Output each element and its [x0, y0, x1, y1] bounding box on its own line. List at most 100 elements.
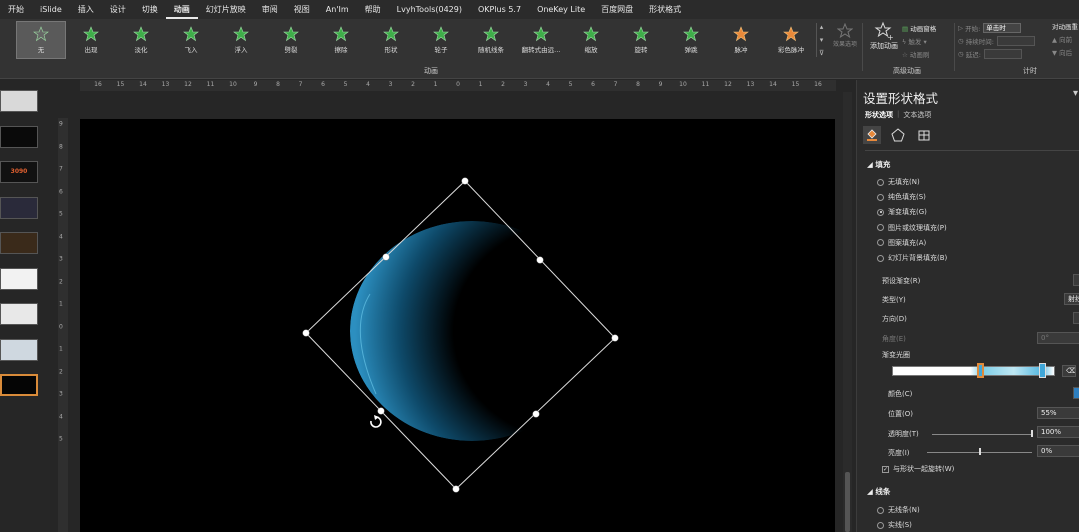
brightness-field[interactable]: 0%	[1037, 445, 1079, 457]
tab-13[interactable]: OneKey Lite	[529, 0, 593, 19]
slide-thumbnail[interactable]	[0, 196, 38, 219]
fill-option-1[interactable]: 纯色填充(S)	[877, 192, 926, 202]
fill-option-0[interactable]: 无填充(N)	[877, 177, 920, 187]
fill-section-header[interactable]: ◢ 填充	[867, 159, 890, 170]
animation-option-3[interactable]: 飞入	[166, 21, 216, 59]
trigger-button[interactable]: ϟ 触发 ▾	[902, 36, 936, 49]
tab-10[interactable]: 帮助	[357, 0, 389, 19]
type-select[interactable]: 射线	[1064, 293, 1079, 305]
slide-thumbnail[interactable]	[0, 338, 38, 361]
effects-icon[interactable]	[889, 126, 907, 144]
slide-thumbnail[interactable]	[0, 125, 38, 148]
tab-2[interactable]: 插入	[70, 0, 102, 19]
brightness-slider-thumb[interactable]	[979, 448, 981, 455]
radio-button[interactable]	[877, 506, 884, 514]
move-later-button[interactable]: ▼ 向后	[1052, 47, 1079, 60]
resize-handle[interactable]	[382, 253, 390, 261]
slide-thumbnail[interactable]: 3090	[0, 161, 38, 183]
transparency-field[interactable]: 100%	[1037, 426, 1079, 438]
animation-option-12[interactable]: 旋转	[616, 21, 666, 59]
line-option-1[interactable]: 实线(S)	[877, 520, 912, 530]
slide-thumbnail[interactable]	[0, 90, 38, 112]
slide-canvas[interactable]	[80, 119, 835, 532]
resize-handle[interactable]	[461, 177, 469, 185]
rotate-with-shape-checkbox[interactable]: ✓ 与形状一起旋转(W)	[882, 464, 954, 474]
scrollbar-thumb[interactable]	[845, 472, 850, 532]
tab-shape-options[interactable]: 形状选项	[865, 110, 893, 120]
animation-painter-button[interactable]: ☆ 动画刷	[902, 49, 936, 62]
tab-12[interactable]: OKPlus 5.7	[470, 0, 529, 19]
slide-thumbnail[interactable]	[0, 303, 38, 325]
animation-option-2[interactable]: 淡化	[116, 21, 166, 59]
direction-button[interactable]	[1073, 312, 1079, 324]
radio-button[interactable]	[877, 254, 884, 262]
vertical-scrollbar[interactable]	[843, 92, 852, 532]
chevron-up-icon[interactable]: ▴	[820, 23, 824, 31]
resize-handle[interactable]	[302, 329, 310, 337]
animation-option-15[interactable]: 彩色脉冲	[766, 21, 816, 59]
line-option-0[interactable]: 无线条(N)	[877, 505, 920, 515]
tab-6[interactable]: 幻灯片放映	[198, 0, 254, 19]
transparency-slider[interactable]	[932, 434, 1032, 435]
slide-thumbnail[interactable]	[0, 267, 38, 290]
tab-3[interactable]: 设计	[102, 0, 134, 19]
more-icon[interactable]: ⊽	[819, 49, 824, 57]
resize-handle[interactable]	[377, 407, 385, 415]
animation-option-13[interactable]: 弹跳	[666, 21, 716, 59]
animation-option-8[interactable]: 轮子	[416, 21, 466, 59]
gradient-stop-selected[interactable]	[977, 363, 984, 378]
tab-11[interactable]: LvyhTools(0429)	[389, 0, 470, 19]
transparency-slider-thumb[interactable]	[1031, 430, 1033, 437]
resize-handle[interactable]	[536, 256, 544, 264]
position-field[interactable]: 55%	[1037, 407, 1079, 419]
resize-handle[interactable]	[452, 485, 460, 493]
animation-option-0[interactable]: 无	[16, 21, 66, 59]
radio-button[interactable]	[877, 208, 884, 216]
animation-option-1[interactable]: 出现	[66, 21, 116, 59]
tab-14[interactable]: 百度网盘	[593, 0, 641, 19]
slide-thumbnail[interactable]	[0, 232, 38, 254]
remove-stop-icon[interactable]: ⌫	[1062, 365, 1076, 377]
preset-gradient-button[interactable]	[1073, 274, 1079, 286]
add-animation-button[interactable]: + 添加动画	[868, 21, 900, 59]
animation-option-6[interactable]: 擦除	[316, 21, 366, 59]
radio-button[interactable]	[877, 178, 884, 186]
size-properties-icon[interactable]	[915, 126, 933, 144]
gallery-scroll[interactable]: ▴ ▾ ⊽	[816, 23, 826, 57]
start-select[interactable]: 单击时	[983, 22, 1022, 33]
radio-button[interactable]	[877, 521, 884, 529]
rotate-handle-icon[interactable]	[370, 415, 382, 428]
gradient-stop[interactable]	[1039, 363, 1046, 378]
animation-option-7[interactable]: 形状	[366, 21, 416, 59]
tab-1[interactable]: iSlide	[32, 0, 70, 19]
animation-option-11[interactable]: 缩放	[566, 21, 616, 59]
tab-text-options[interactable]: 文本选项	[903, 110, 931, 120]
animation-option-5[interactable]: 劈裂	[266, 21, 316, 59]
delay-field[interactable]	[983, 48, 1022, 59]
fill-line-icon[interactable]	[863, 126, 881, 144]
tab-15[interactable]: 形状格式	[641, 0, 689, 19]
resize-handle[interactable]	[611, 334, 619, 342]
chevron-down-icon[interactable]: ▾	[820, 36, 824, 44]
slide-thumbnail[interactable]	[0, 374, 38, 396]
radio-button[interactable]	[877, 193, 884, 201]
color-picker-button[interactable]	[1073, 387, 1079, 399]
radio-button[interactable]	[877, 224, 884, 232]
tab-9[interactable]: An'Im	[318, 0, 357, 19]
fill-option-3[interactable]: 图片或纹理填充(P)	[877, 223, 947, 233]
tab-7[interactable]: 审阅	[254, 0, 286, 19]
animation-pane-button[interactable]: ▤ 动画窗格	[902, 23, 936, 36]
gradient-stops-bar[interactable]	[892, 366, 1055, 376]
animation-option-10[interactable]: 翻转式由远...	[516, 21, 566, 59]
resize-handle[interactable]	[532, 410, 540, 418]
tab-4[interactable]: 切换	[134, 0, 166, 19]
animation-option-4[interactable]: 浮入	[216, 21, 266, 59]
tab-8[interactable]: 视图	[286, 0, 318, 19]
line-section-header[interactable]: ◢ 线条	[867, 486, 890, 497]
duration-field[interactable]	[996, 35, 1035, 46]
fill-option-2[interactable]: 渐变填充(G)	[877, 207, 927, 217]
animation-option-9[interactable]: 随机线条	[466, 21, 516, 59]
fill-option-5[interactable]: 幻灯片背景填充(B)	[877, 253, 947, 263]
radio-button[interactable]	[877, 239, 884, 247]
pane-options-icon[interactable]: ▾	[1073, 88, 1078, 99]
